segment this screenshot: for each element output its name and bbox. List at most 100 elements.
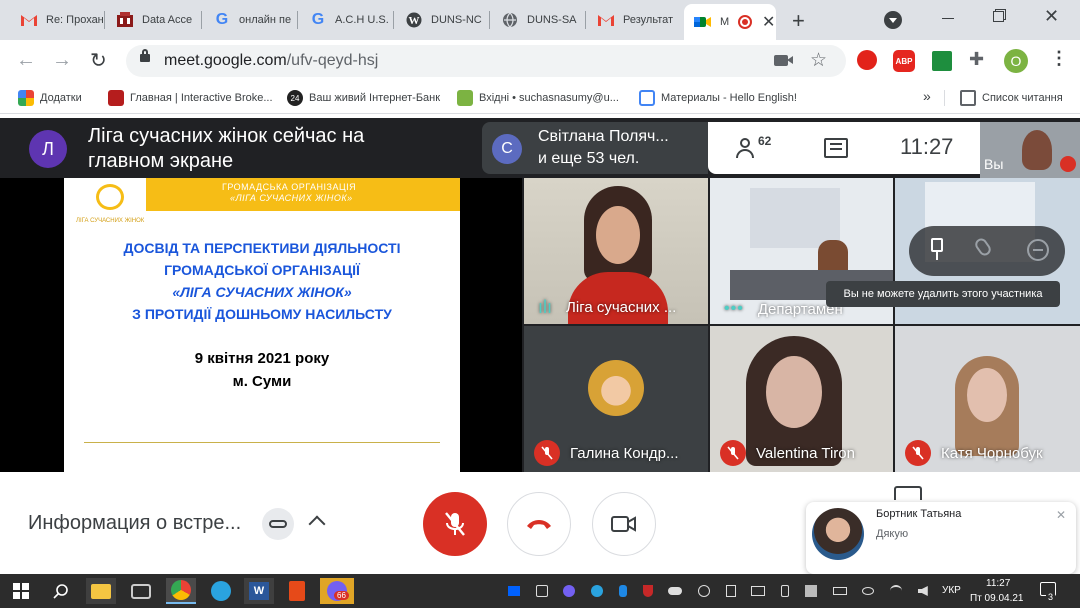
notifications-count: 3: [1046, 592, 1056, 602]
reading-list-button[interactable]: Список читання: [960, 90, 1063, 106]
chat-toast[interactable]: Бортник Татьяна Дякую ✕: [806, 502, 1076, 574]
pin-stem: [936, 252, 938, 260]
taskbar-clock-time[interactable]: 11:27: [986, 578, 1010, 589]
tray-flag-icon[interactable]: [804, 585, 817, 597]
volume-icon[interactable]: [917, 586, 928, 596]
participant-video: [750, 188, 840, 248]
gmail-icon: [597, 11, 615, 29]
present-now-icon[interactable]: [894, 486, 922, 500]
extension-green-icon[interactable]: [932, 51, 952, 71]
search-button[interactable]: [46, 578, 76, 604]
chevron-up-icon[interactable]: [308, 515, 326, 533]
url-host: meet.google.com: [164, 52, 287, 69]
taskbar-chrome[interactable]: [166, 578, 196, 604]
taskbar-camera[interactable]: [126, 578, 156, 604]
extension-red-icon[interactable]: [857, 50, 877, 70]
google-icon: G: [311, 11, 325, 28]
telegram-icon: [211, 581, 231, 601]
viber-tray-icon[interactable]: [563, 585, 576, 597]
organization-logo: [96, 184, 124, 210]
back-arrow-icon[interactable]: ←: [16, 49, 36, 72]
adblock-icon[interactable]: ABP: [893, 50, 915, 72]
address-bar[interactable]: meet.google.com/ufv-qeyd-hsj ☆: [126, 45, 846, 77]
tray-app-icon[interactable]: [535, 585, 548, 597]
tray-phone-icon[interactable]: [781, 585, 790, 597]
mute-participant-icon[interactable]: [972, 236, 994, 258]
slide-org-line1: ГРОМАДСЬКА ОРГАНІЗАЦІЯ: [222, 182, 357, 192]
taskbar-clock-date[interactable]: Пт 09.04.21: [970, 593, 1023, 604]
bookmark-hello-english[interactable]: Материалы - Hello English!: [639, 90, 797, 106]
taskbar-word[interactable]: W: [244, 578, 274, 604]
meeting-clock: 11:27: [900, 134, 954, 159]
extensions-puzzle-icon[interactable]: ✚: [969, 49, 984, 70]
bookmark-bank[interactable]: 24 Ваш живий Інтернет-Банк: [287, 90, 440, 106]
input-language[interactable]: УКР: [942, 585, 961, 596]
taskbar-viber[interactable]: 66: [320, 578, 354, 604]
microphone-toggle-button[interactable]: [423, 492, 487, 556]
tray-monitor-icon[interactable]: [751, 586, 766, 596]
forward-arrow-icon[interactable]: →: [52, 49, 72, 72]
chevron-down-icon: [889, 17, 897, 23]
telegram-tray-icon[interactable]: [591, 585, 604, 597]
bookmark-apps[interactable]: Додатки: [18, 90, 82, 106]
participant-tile[interactable]: Галина Кондр...: [524, 326, 708, 472]
remove-participant-icon[interactable]: [1027, 239, 1049, 261]
word-icon: W: [249, 582, 269, 600]
reload-icon[interactable]: ↻: [90, 48, 107, 73]
tab-gmail-re[interactable]: Re: Прохан: [10, 5, 105, 35]
slide-title-line1: ДОСВІД ТА ПЕРСПЕКТИВИ ДІЯЛЬНОСТІ: [123, 240, 401, 256]
more-bookmarks-button[interactable]: »: [923, 88, 931, 104]
participant-name: Ліга сучасних ...: [566, 299, 677, 316]
attachment-icon[interactable]: [262, 508, 294, 540]
chat-icon[interactable]: [824, 138, 848, 158]
toast-close-icon[interactable]: ✕: [1056, 508, 1066, 522]
restore-button[interactable]: [993, 11, 1004, 22]
battery-icon[interactable]: [832, 587, 847, 595]
bookmark-interactive-brokers[interactable]: Главная | Interactive Broke...: [108, 90, 273, 106]
tab-label: A.C.H U.S.: [335, 14, 389, 26]
leave-call-button[interactable]: [507, 492, 571, 556]
participant-tile[interactable]: Valentina Tiron: [710, 326, 893, 472]
taskbar-telegram[interactable]: [206, 578, 236, 604]
tab-data-access[interactable]: Data Acce: [106, 5, 202, 35]
new-tab-button[interactable]: +: [792, 8, 805, 34]
windows-taskbar: W 66 УКР 11:27 Пт 09.04.21 3: [0, 574, 1080, 608]
tab-google-search[interactable]: G онлайн пе: [203, 5, 298, 35]
bluetooth-icon[interactable]: [618, 585, 627, 597]
meeting-info-label[interactable]: Информация о встре...: [28, 512, 241, 535]
tab-duns-nc[interactable]: W DUNS-NC: [395, 5, 490, 35]
profile-avatar[interactable]: O: [1004, 49, 1028, 73]
more-menu-icon[interactable]: ⋮: [1050, 48, 1068, 69]
meet-controls-bar: Информация о встре... Бортник Татьяна Дя…: [0, 472, 1080, 574]
camera-toggle-button[interactable]: [592, 492, 656, 556]
close-window-button[interactable]: ✕: [1044, 6, 1059, 27]
camera-permission-icon[interactable]: [774, 55, 788, 66]
tab-ach[interactable]: G A.C.H U.S.: [299, 5, 394, 35]
taskbar-office[interactable]: [282, 578, 312, 604]
taskbar-file-explorer[interactable]: [86, 578, 116, 604]
minimize-button[interactable]: [942, 18, 954, 19]
caller-chip[interactable]: С Світлана Поляч... и еще 53 чел.: [482, 122, 708, 174]
bookmark-inbox[interactable]: Вхідні • suchasnasumy@u...: [457, 90, 619, 106]
onedrive-icon[interactable]: [668, 587, 683, 595]
toast-sender: Бортник Татьяна: [876, 508, 962, 520]
wifi-icon[interactable]: [890, 585, 903, 597]
tray-pen-icon[interactable]: [725, 585, 736, 597]
shield-tray-icon[interactable]: [642, 585, 653, 597]
tab-search-button[interactable]: [884, 11, 902, 29]
tab-gmail-result[interactable]: Результат: [587, 5, 682, 35]
tab-meet-active[interactable]: М ✕: [684, 4, 776, 40]
pin-icon[interactable]: [931, 238, 943, 252]
start-button[interactable]: [6, 578, 36, 604]
tray-tool-icon[interactable]: [698, 585, 711, 597]
participant-tile[interactable]: Катя Чорнобук: [895, 326, 1080, 472]
star-icon[interactable]: ☆: [810, 49, 827, 72]
toast-message: Дякую: [876, 528, 909, 540]
participant-tile[interactable]: ılı Ліга сучасних ...: [524, 178, 708, 324]
tab-duns-sa[interactable]: DUNS-SA: [491, 5, 586, 35]
caller-name: Світлана Поляч...: [538, 128, 669, 145]
caller-avatar: С: [492, 134, 522, 164]
tray-eye-icon[interactable]: [862, 587, 875, 595]
dropbox-icon[interactable]: [508, 586, 520, 596]
close-tab-icon[interactable]: ✕: [762, 12, 775, 32]
